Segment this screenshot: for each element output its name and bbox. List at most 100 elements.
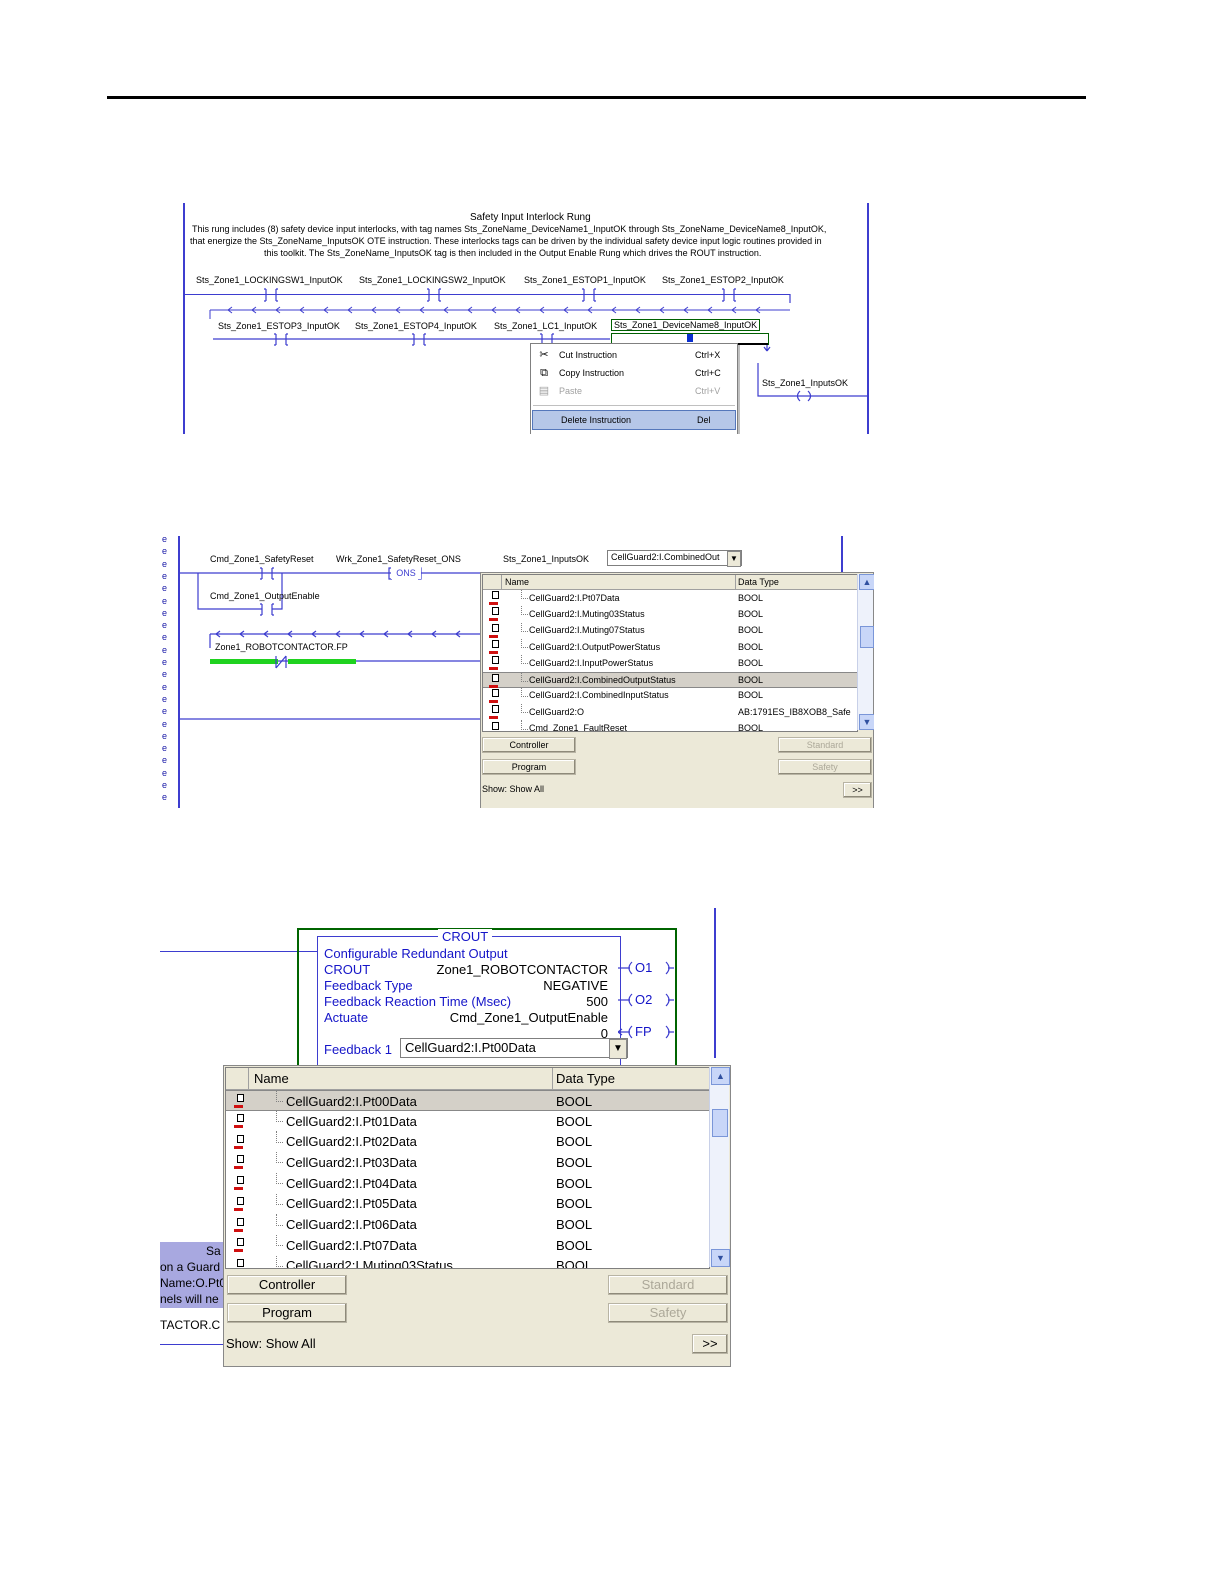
scroll-down-icon[interactable]: ▼	[859, 714, 874, 730]
chevron-down-icon[interactable]: ▼	[727, 551, 741, 567]
table-row[interactable]: CellGuard2:I.CombinedOutputStatus BOOL	[483, 671, 857, 688]
tag-name-cell: CellGuard2:I.CombinedOutputStatus	[529, 675, 676, 686]
tag-output-enable[interactable]: Cmd_Zone1_OutputEnable	[210, 591, 320, 601]
table-row[interactable]: CellGuard2:I.Pt06Data BOOL	[226, 1214, 709, 1235]
scroll-down-icon[interactable]: ▼	[711, 1249, 730, 1267]
table-row[interactable]: CellGuard2:I.Muting03Status BOOL	[226, 1255, 709, 1268]
param-label-feedback-type: Feedback Type	[324, 978, 413, 993]
column-header-name[interactable]: Name	[254, 1071, 289, 1086]
output-o1[interactable]: O1	[635, 960, 652, 975]
crout-block[interactable]: CROUT Configurable Redundant Output CROU…	[317, 929, 628, 1069]
tag-rows: CellGuard2:I.Pt07Data BOOL CellGuard2:I.Mu…	[483, 590, 857, 731]
scroll-thumb[interactable]	[860, 626, 874, 648]
scroll-up-icon[interactable]: ▲	[859, 574, 874, 590]
param-value-crout[interactable]: Zone1_ROBOTCONTACTOR	[437, 962, 608, 977]
tag-name-cell: CellGuard2:I.Pt05Data	[286, 1196, 417, 1212]
menu-item-delete[interactable]: Delete Instruction Del	[532, 410, 736, 430]
energized-contact-bar-right	[288, 659, 356, 664]
table-row[interactable]: CellGuard2:I.Pt05Data BOOL	[226, 1193, 709, 1215]
tree-connector	[276, 1172, 283, 1185]
tag-combo-box[interactable]: CellGuard2:I.CombinedOut ▼	[607, 550, 742, 567]
tag-rows: CellGuard2:I.Pt00Data BOOL CellGuard2:I.Pt…	[226, 1090, 709, 1268]
table-row[interactable]: CellGuard2:I.CombinedInputStatus BOOL	[483, 687, 857, 704]
column-header-datatype[interactable]: Data Type	[738, 577, 779, 587]
tag-type-cell: BOOL	[556, 1113, 593, 1129]
tag-estop1[interactable]: Sts_Zone1_ESTOP1_InputOK	[524, 275, 646, 285]
table-row[interactable]: CellGuard2:I.Pt04Data BOOL	[226, 1172, 709, 1194]
page-rule	[107, 96, 1086, 99]
tag-icon	[234, 1094, 246, 1109]
tag-icon	[234, 1238, 246, 1253]
tag-name-cell: CellGuard2:I.Pt07Data	[286, 1237, 417, 1253]
param-value-reaction-time[interactable]: 500	[586, 994, 608, 1009]
table-row[interactable]: CellGuard2:I.Pt07Data BOOL	[226, 1234, 709, 1256]
tree-connector	[276, 1193, 283, 1205]
table-row[interactable]: CellGuard2:I.Pt03Data BOOL	[226, 1152, 709, 1173]
table-row[interactable]: CellGuard2:I.Pt07Data BOOL	[483, 590, 857, 606]
table-row[interactable]: CellGuard2:I.Pt02Data BOOL	[226, 1131, 709, 1152]
standard-button[interactable]: Standard	[608, 1275, 728, 1295]
tag-list: Name Data Type CellGuard2:I.Pt00Data BOOL…	[225, 1067, 710, 1269]
energized-contact-bar-left	[210, 659, 278, 664]
tag-name-cell: CellGuard2:I.Pt04Data	[286, 1175, 417, 1191]
feedback-combo-box[interactable]: CellGuard2:I.Pt00Data ▼	[400, 1038, 628, 1059]
table-row[interactable]: CellGuard2:O AB:1791ES_IB8XOB8_Safe	[483, 704, 857, 720]
table-row[interactable]: CellGuard2:I.Pt01Data BOOL	[226, 1110, 709, 1132]
tree-connector	[276, 1110, 283, 1123]
output-fp[interactable]: FP	[635, 1024, 652, 1039]
context-menu: ✂ Cut Instruction Ctrl+X ⧉ Copy Instruct…	[530, 343, 738, 434]
tag-icon	[489, 640, 501, 655]
scroll-up-icon[interactable]: ▲	[711, 1067, 730, 1085]
tag-name-cell: CellGuard2:I.Muting03Status	[286, 1258, 453, 1268]
ladder-screenshot-interlock: Safety Input Interlock Rung This rung in…	[180, 203, 870, 434]
program-button[interactable]: Program	[227, 1303, 347, 1323]
program-button[interactable]: Program	[482, 759, 576, 775]
tag-name-cell: CellGuard2:I.Pt06Data	[286, 1217, 417, 1233]
tag-lockingsw2[interactable]: Sts_Zone1_LOCKINGSW2_InputOK	[359, 275, 506, 285]
table-row[interactable]: CellGuard2:I.OutputPowerStatus BOOL	[483, 638, 857, 655]
output-o2[interactable]: O2	[635, 992, 652, 1007]
table-row[interactable]: CellGuard2:I.Muting03Status BOOL	[483, 606, 857, 622]
tag-list-scrollbar[interactable]: ▲ ▼	[709, 1067, 730, 1267]
tag-lockingsw1[interactable]: Sts_Zone1_LOCKINGSW1_InputOK	[196, 275, 343, 285]
side-text-3: Name:O.Pt0	[160, 1276, 227, 1290]
controller-button[interactable]: Controller	[482, 737, 576, 753]
safety-button[interactable]: Safety	[608, 1303, 728, 1323]
paste-icon: ▤	[538, 385, 550, 397]
tag-name-cell: CellGuard2:I.Pt01Data	[286, 1113, 417, 1129]
param-value-feedback-type[interactable]: NEGATIVE	[543, 978, 608, 993]
tag-type-cell: BOOL	[738, 690, 764, 701]
menu-item-cut[interactable]: ✂ Cut Instruction Ctrl+X	[531, 346, 737, 364]
table-row[interactable]: Cmd_Zone1_FaultReset BOOL	[483, 720, 857, 731]
ons-instruction[interactable]: ONS	[391, 567, 421, 579]
param-value-actuate[interactable]: Cmd_Zone1_OutputEnable	[450, 1010, 608, 1025]
tree-connector	[521, 606, 528, 616]
tag-type-cell: BOOL	[738, 723, 764, 731]
expand-button[interactable]: >>	[692, 1334, 728, 1354]
tag-icon	[234, 1176, 246, 1191]
table-row[interactable]: CellGuard2:I.Muting07Status BOOL	[483, 622, 857, 639]
rung-comment-line2: that energize the Sts_ZoneName_InputsOK …	[190, 236, 822, 246]
tag-browser-popup: Name Data Type CellGuard2:I.Pt00Data BOOL…	[223, 1065, 731, 1367]
tag-type-cell: AB:1791ES_IB8XOB8_Safe	[738, 706, 851, 717]
expand-button[interactable]: >>	[843, 782, 872, 798]
tag-type-cell: BOOL	[738, 592, 764, 603]
tag-list-scrollbar[interactable]: ▲ ▼	[857, 574, 874, 730]
column-header-datatype[interactable]: Data Type	[556, 1071, 615, 1086]
column-header-name[interactable]: Name	[505, 577, 529, 587]
safety-button[interactable]: Safety	[778, 759, 872, 775]
scroll-thumb[interactable]	[712, 1109, 728, 1137]
tag-estop2[interactable]: Sts_Zone1_ESTOP2_InputOK	[662, 275, 784, 285]
show-filter-label: Show: Show All	[226, 1336, 316, 1351]
tag-robot-contactor-fp[interactable]: Zone1_ROBOTCONTACTOR.FP	[215, 642, 348, 652]
menu-item-paste[interactable]: ▤ Paste Ctrl+V	[531, 382, 737, 400]
standard-button[interactable]: Standard	[778, 737, 872, 753]
controller-button[interactable]: Controller	[227, 1275, 347, 1295]
tag-name-cell: CellGuard2:I.Muting03Status	[529, 608, 645, 619]
tree-connector	[276, 1255, 283, 1267]
table-row[interactable]: CellGuard2:I.Pt00Data BOOL	[226, 1090, 709, 1111]
menu-item-copy[interactable]: ⧉ Copy Instruction Ctrl+C	[531, 364, 737, 382]
tag-type-cell: BOOL	[738, 608, 764, 619]
param-label-crout: CROUT	[324, 962, 371, 977]
table-row[interactable]: CellGuard2:I.InputPowerStatus BOOL	[483, 655, 857, 671]
